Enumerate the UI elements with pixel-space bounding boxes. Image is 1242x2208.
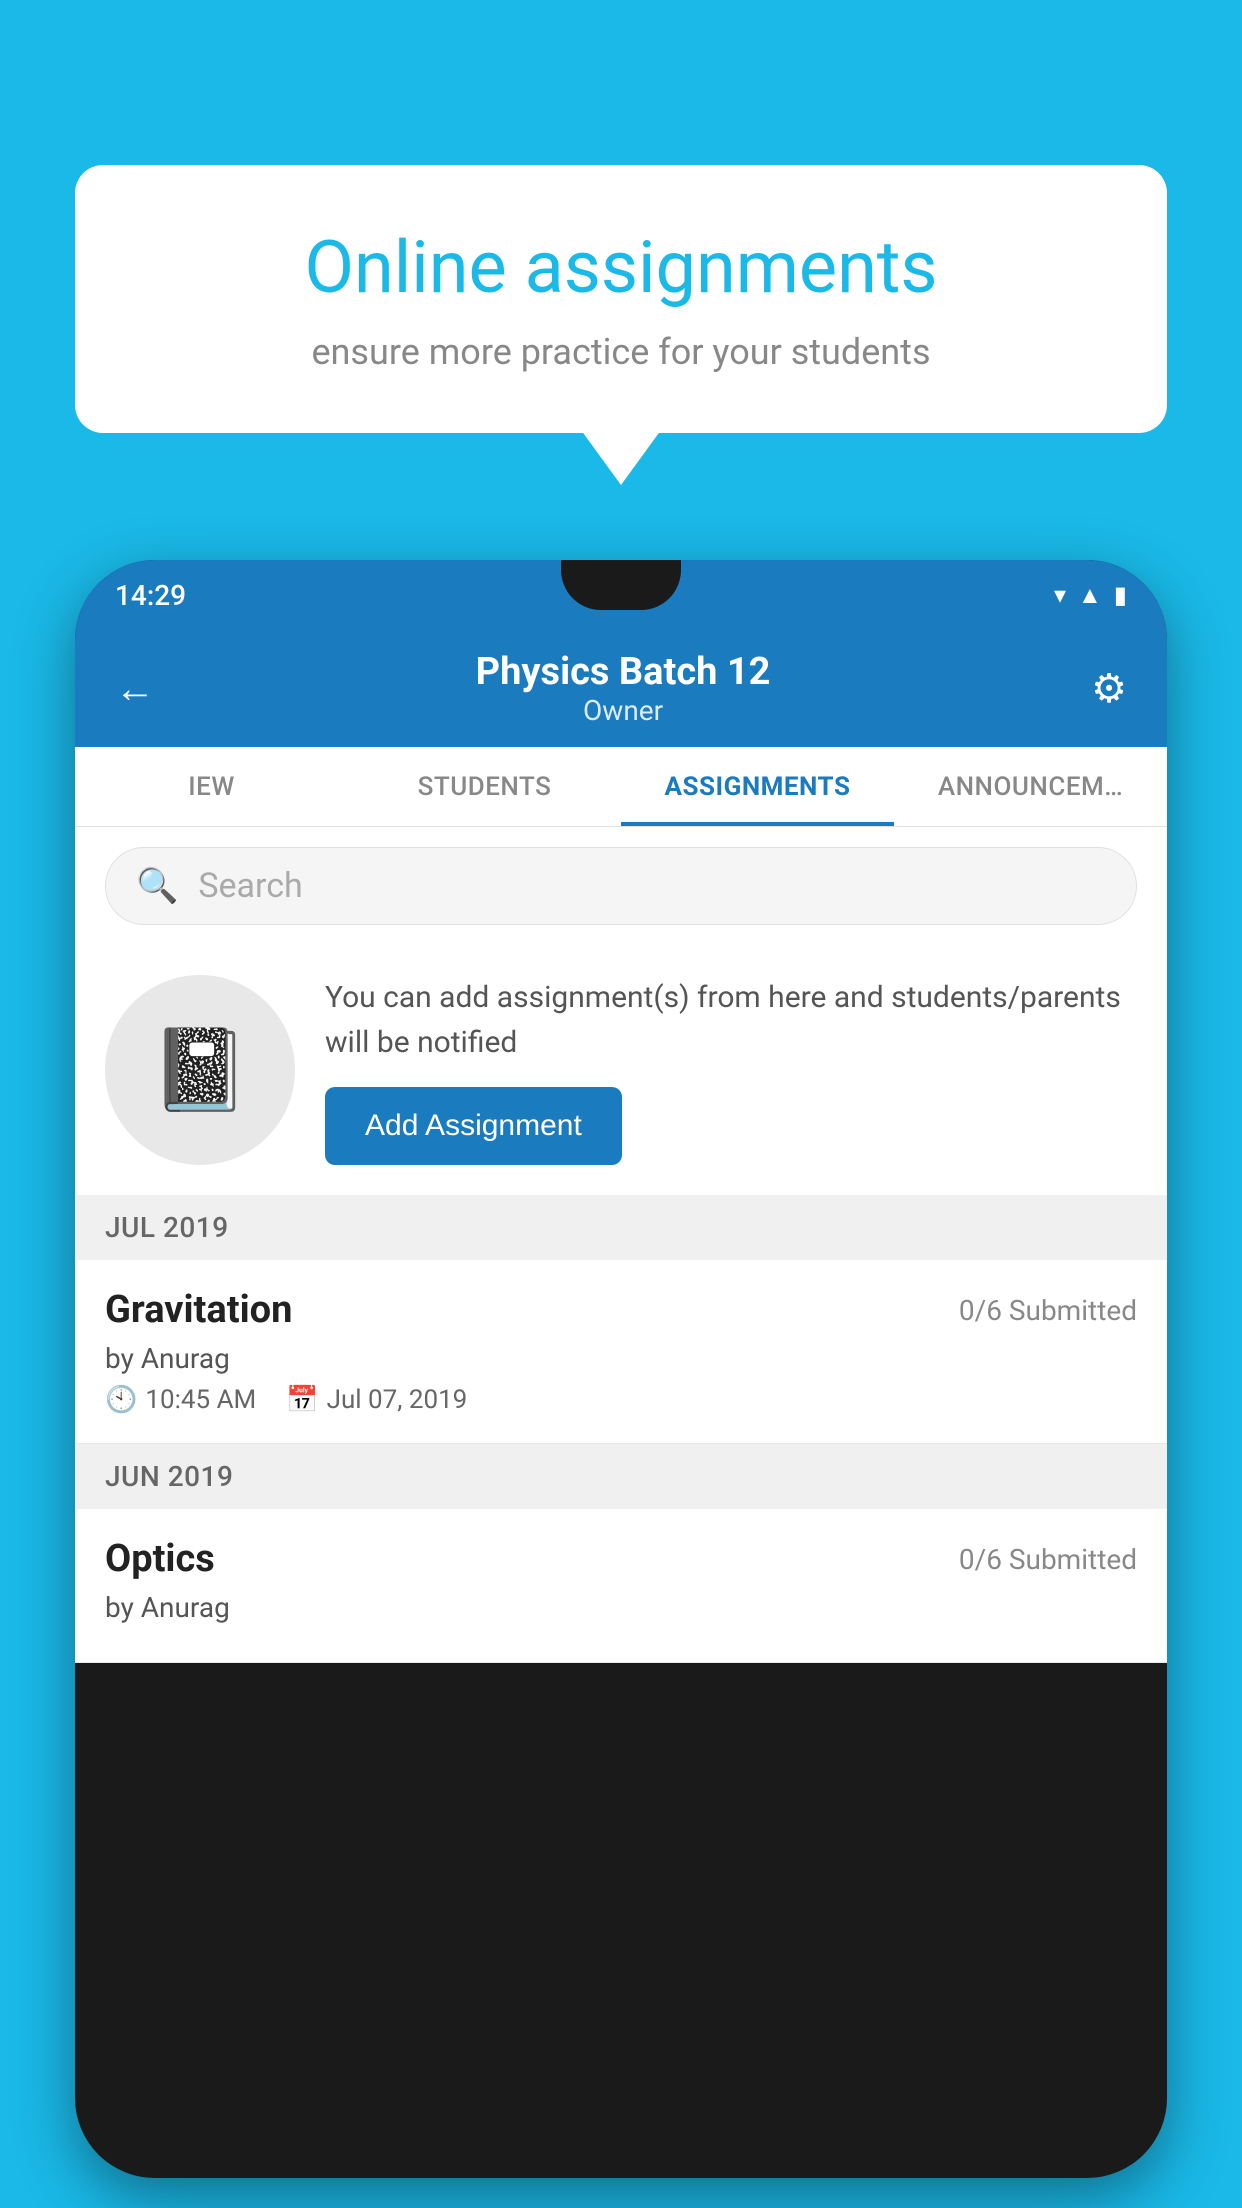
app-subtitle: Owner [476,694,771,727]
assignment-time: 🕙 10:45 AM [105,1385,256,1415]
promo-description: You can add assignment(s) from here and … [325,975,1137,1065]
promo-block: 📓 You can add assignment(s) from here an… [75,945,1167,1195]
calendar-icon: 📅 [286,1385,318,1415]
assignment-submitted-gravitation: 0/6 Submitted [959,1294,1137,1327]
search-icon: 🔍 [136,866,178,906]
clock-icon: 🕙 [105,1385,137,1415]
assignment-title-gravitation: Gravitation [105,1288,292,1332]
tab-bar: IEW STUDENTS ASSIGNMENTS ANNOUNCEM… [75,747,1167,827]
battery-icon: ▮ [1114,581,1127,609]
assignment-top-row-optics: Optics 0/6 Submitted [105,1537,1137,1581]
assignment-title-optics: Optics [105,1537,215,1581]
settings-icon[interactable]: ⚙ [1091,665,1127,712]
search-placeholder: Search [198,866,302,906]
assignment-by-optics: by Anurag [105,1591,1137,1624]
notebook-icon: 📓 [150,1023,250,1117]
phone-notch [561,560,681,610]
signal-icon: ▲ [1078,581,1102,610]
app-header: ← Physics Batch 12 Owner ⚙ [75,630,1167,747]
assignment-icon-circle: 📓 [105,975,295,1165]
tab-students[interactable]: STUDENTS [348,747,621,826]
app-title: Physics Batch 12 [476,650,771,694]
add-assignment-button[interactable]: Add Assignment [325,1087,622,1165]
wifi-icon: ▾ [1054,581,1066,609]
assignment-submitted-optics: 0/6 Submitted [959,1543,1137,1576]
tab-announcements[interactable]: ANNOUNCEM… [894,747,1167,826]
section-header-jun: JUN 2019 [75,1444,1167,1509]
assignment-item-gravitation[interactable]: Gravitation 0/6 Submitted by Anurag 🕙 10… [75,1260,1167,1444]
phone-frame: 14:29 ▾ ▲ ▮ ← Physics Batch 12 Owner ⚙ I… [75,560,1167,2178]
assignment-meta-gravitation: 🕙 10:45 AM 📅 Jul 07, 2019 [105,1385,1137,1415]
section-header-jul: JUL 2019 [75,1195,1167,1260]
assignment-by-gravitation: by Anurag [105,1342,1137,1375]
date-value: Jul 07, 2019 [327,1385,468,1415]
content-area: 🔍 Search 📓 You can add assignment(s) fro… [75,827,1167,1663]
speech-bubble-subtitle: ensure more practice for your students [145,331,1097,373]
time-value: 10:45 AM [145,1385,256,1415]
assignment-top-row: Gravitation 0/6 Submitted [105,1288,1137,1332]
assignment-date: 📅 Jul 07, 2019 [286,1385,467,1415]
back-button[interactable]: ← [115,665,155,712]
speech-bubble-title: Online assignments [145,225,1097,311]
tab-iew[interactable]: IEW [75,747,348,826]
tab-assignments[interactable]: ASSIGNMENTS [621,747,894,826]
app-header-center: Physics Batch 12 Owner [476,650,771,727]
promo-text-area: You can add assignment(s) from here and … [325,975,1137,1165]
speech-bubble: Online assignments ensure more practice … [75,165,1167,433]
assignment-item-optics[interactable]: Optics 0/6 Submitted by Anurag [75,1509,1167,1663]
status-time: 14:29 [115,579,186,612]
search-bar[interactable]: 🔍 Search [105,847,1137,925]
status-bar: 14:29 ▾ ▲ ▮ [75,560,1167,630]
status-icons: ▾ ▲ ▮ [1054,581,1127,610]
